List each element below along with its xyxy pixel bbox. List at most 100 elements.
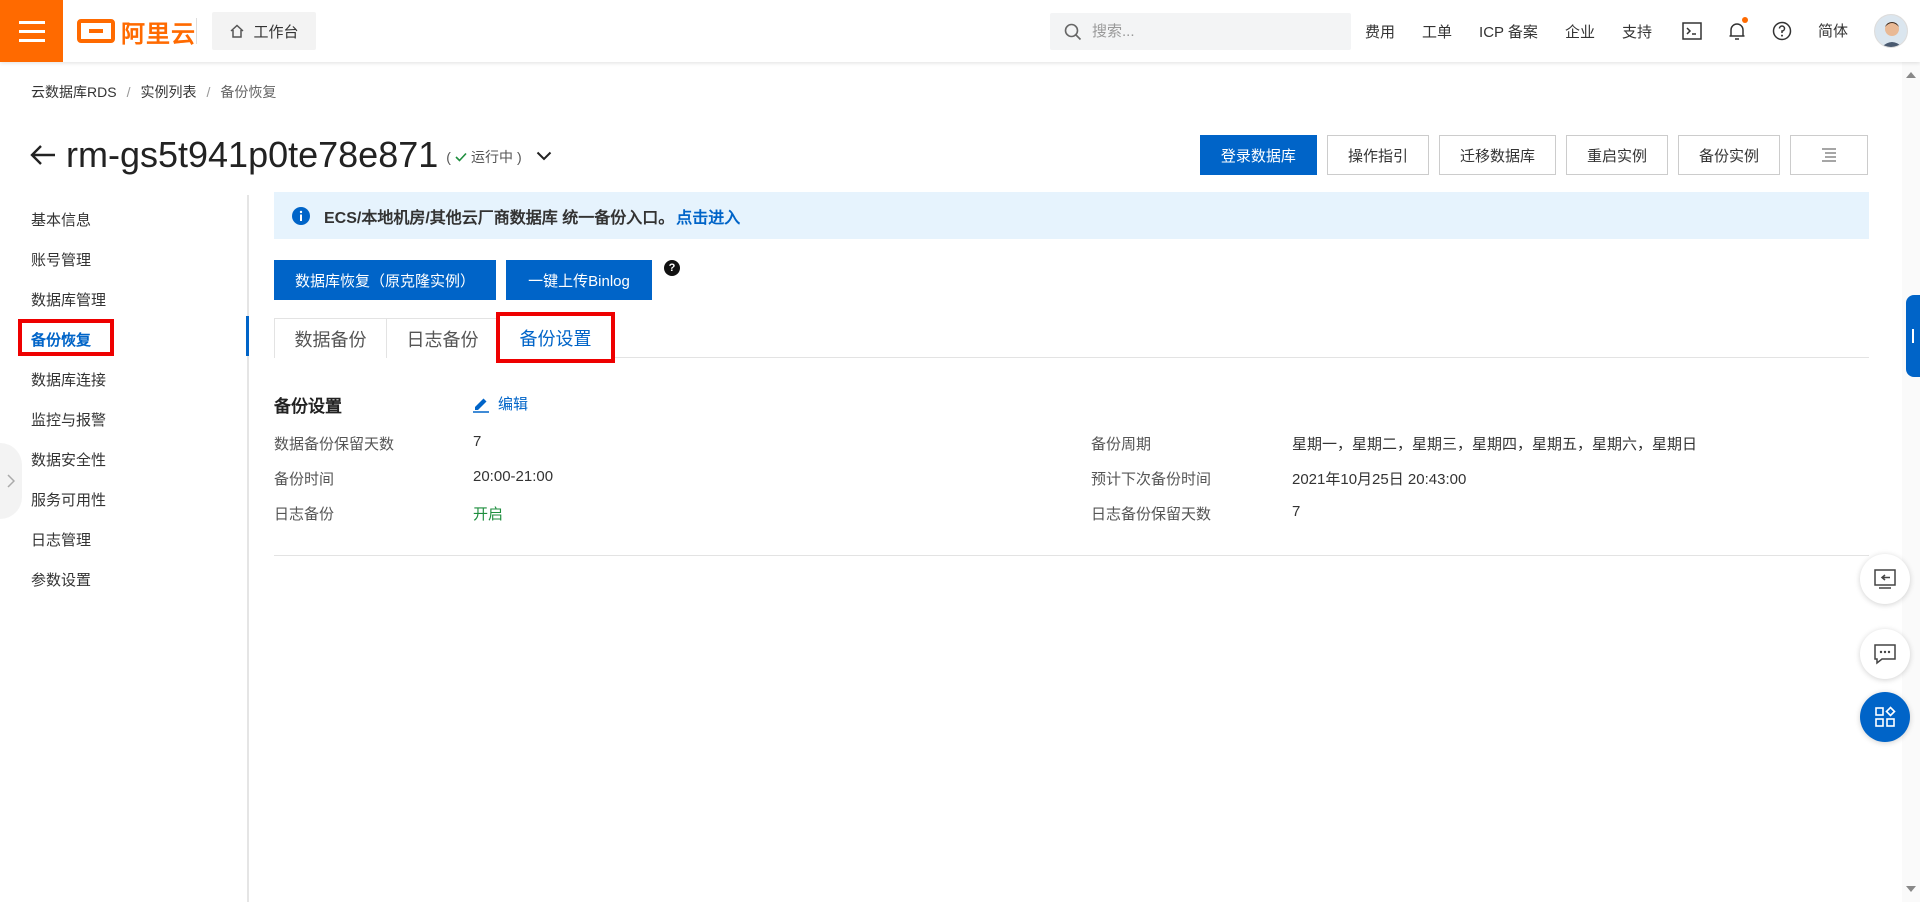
help-icon[interactable] [1770,19,1794,43]
avatar[interactable] [1874,14,1908,48]
aliyun-logo[interactable]: 阿里云 [77,16,196,48]
instance-actions: 登录数据库 操作指引 迁移数据库 重启实例 备份实例 [1199,135,1868,175]
backup-instance-button[interactable]: 备份实例 [1677,135,1780,175]
paren-open: ( [446,149,451,165]
info-icon [292,206,310,225]
nav-link-support[interactable]: 支持 [1622,21,1652,42]
nav-link-icp[interactable]: ICP 备案 [1479,21,1538,42]
chevron-right-icon [7,474,15,488]
backup-operations: 数据库恢复（原克隆实例） 一键上传Binlog ? [274,260,680,300]
paren-close: ) [516,149,522,165]
sidebar-active-indicator [246,316,249,356]
menu-line [18,29,45,33]
logo-text: 阿里云 [121,20,196,48]
more-actions-button[interactable] [1790,135,1868,175]
section-divider [274,555,1869,556]
workbench-button[interactable]: 工作台 [212,12,316,50]
login-database-button[interactable]: 登录数据库 [1199,135,1317,175]
search-icon [1064,23,1082,40]
breadcrumb-separator: / [126,84,131,100]
restore-database-button[interactable]: 数据库恢复（原克隆实例） [274,260,496,300]
language-switch[interactable]: 简体 [1818,20,1848,41]
menu-line [18,38,45,42]
apps-grid-icon [1875,706,1896,727]
side-panel-tab[interactable] [1906,295,1920,377]
label-backup-cycle: 备份周期 [1091,436,1152,453]
breadcrumb-separator: / [206,84,211,100]
sidebar-item-parameters[interactable]: 参数设置 [31,569,91,590]
sidebar-item-basic-info[interactable]: 基本信息 [31,209,91,230]
label-next-backup: 预计下次备份时间 [1091,471,1212,488]
notice-text: ECS/本地机房/其他云厂商数据库 统一备份入口。 [324,209,675,227]
apps-float-button[interactable] [1860,692,1910,742]
sidebar-item-monitoring[interactable]: 监控与报警 [31,409,106,430]
edit-icon [473,398,489,413]
instance-title-row: rm-gs5t941p0te78e871 ( 运行中 ) [28,130,552,180]
edit-button[interactable]: 编辑 [472,393,528,414]
workbench-label: 工作台 [253,23,299,41]
top-nav-links: 费用 工单 ICP 备案 企业 支持 [1365,0,1679,62]
guide-button[interactable]: 操作指引 [1326,135,1429,175]
nav-link-enterprise[interactable]: 企业 [1565,21,1595,42]
notification-dot [1742,17,1748,23]
sidebar-item-db-connection[interactable]: 数据库连接 [31,369,106,390]
terminal-icon[interactable] [1680,19,1704,43]
scroll-down-arrow[interactable] [1906,886,1916,892]
search-box [1050,13,1351,50]
notice-link[interactable]: 点击进入 [676,204,740,228]
feedback-float-button[interactable] [1860,554,1910,604]
sidebar-expand-handle[interactable] [0,443,22,519]
breadcrumb-rds[interactable]: 云数据库RDS [31,82,117,102]
label-backup-time: 备份时间 [274,471,335,488]
check-icon [455,152,467,162]
status-text: 运行中 [470,149,513,165]
chat-float-button[interactable] [1860,629,1910,679]
backup-entry-notice: ECS/本地机房/其他云厂商数据库 统一备份入口。 点击进入 [274,192,1869,239]
tab-backup-settings[interactable]: 备份设置 [496,312,615,363]
monitor-arrow-icon [1874,569,1896,589]
top-navbar: 阿里云 工作台 费用 工单 ICP 备案 企业 支持 简体 [0,0,1920,62]
section-title: 备份设置 [274,397,342,416]
value-data-retention: 7 [473,433,482,450]
list-icon [1822,148,1836,162]
sidebar-item-security[interactable]: 数据安全性 [31,449,106,470]
value-backup-cycle: 星期一，星期二，星期三，星期四，星期五，星期六，星期日 [1292,436,1698,453]
value-backup-time: 20:00-21:00 [473,468,554,485]
label-data-retention: 数据备份保留天数 [274,436,395,453]
upload-binlog-button[interactable]: 一键上传Binlog [506,260,652,300]
menu-hamburger-button[interactable] [0,0,63,62]
tab-log-backup[interactable]: 日志备份 [386,318,499,358]
sidebar-item-databases[interactable]: 数据库管理 [31,289,106,310]
nav-link-billing[interactable]: 费用 [1365,21,1395,42]
tab-data-backup[interactable]: 数据备份 [274,318,387,358]
nav-link-tickets[interactable]: 工单 [1422,21,1452,42]
sidebar-item-accounts[interactable]: 账号管理 [31,249,91,270]
breadcrumb-current: 备份恢复 [220,84,277,100]
backup-tabs: 数据备份 日志备份 备份设置 [274,312,1869,363]
instance-status: ( 运行中 ) [446,147,521,167]
question-icon[interactable]: ? [664,260,680,276]
chevron-down-icon[interactable] [536,148,552,165]
chat-icon [1874,644,1896,665]
breadcrumb: 云数据库RDS / 实例列表 / 备份恢复 [31,82,276,102]
instance-name: rm-gs5t941p0te78e871 [66,134,439,175]
edit-label: 编辑 [498,396,529,413]
scroll-up-arrow[interactable] [1906,72,1916,78]
label-log-retention: 日志备份保留天数 [1091,506,1212,523]
bell-icon[interactable] [1725,17,1749,43]
home-icon [230,24,244,38]
sidebar-item-availability[interactable]: 服务可用性 [31,489,106,510]
aliyun-logo-icon [77,19,115,43]
migrate-database-button[interactable]: 迁移数据库 [1438,135,1556,175]
value-log-backup: 开启 [473,506,504,523]
search-input[interactable] [1092,23,1322,40]
breadcrumb-instance-list[interactable]: 实例列表 [140,82,196,102]
label-log-backup: 日志备份 [274,506,335,523]
back-arrow-icon[interactable] [28,140,58,170]
sidebar-item-backup-restore[interactable]: 备份恢复 [31,329,91,350]
page-scrollbar[interactable] [1902,62,1920,902]
sidebar-item-logs[interactable]: 日志管理 [31,529,91,550]
divider [196,18,197,44]
restart-instance-button[interactable]: 重启实例 [1565,135,1668,175]
value-next-backup: 2021年10月25日 20:43:00 [1292,471,1467,488]
